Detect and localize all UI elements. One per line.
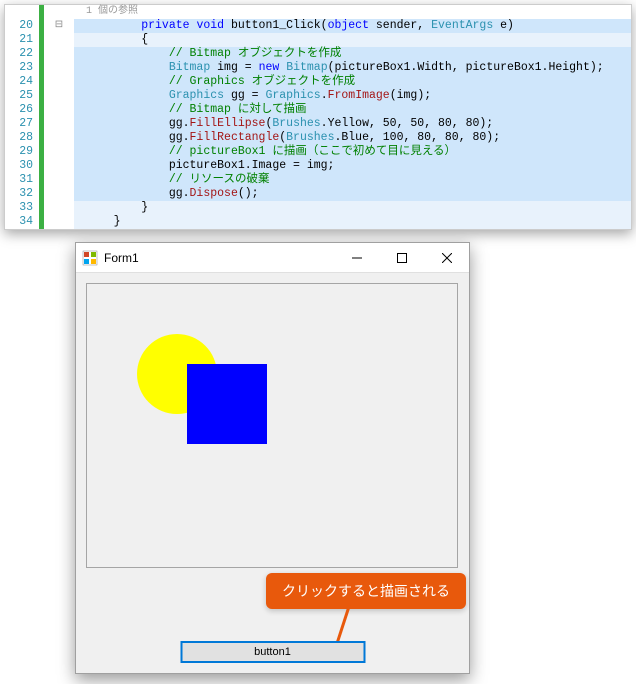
- annotation-callout: クリックすると描画される: [266, 573, 466, 609]
- code-text[interactable]: }: [74, 215, 631, 229]
- code-text[interactable]: }: [74, 201, 631, 215]
- code-text[interactable]: // pictureBox1 に描画（ここで初めて目に見える）: [74, 145, 631, 159]
- code-text[interactable]: pictureBox1.Image = img;: [74, 159, 631, 173]
- code-text[interactable]: Bitmap img = new Bitmap(pictureBox1.Widt…: [74, 61, 631, 75]
- line-number: 26: [5, 103, 39, 117]
- code-text[interactable]: // Bitmap に対して描画: [74, 103, 631, 117]
- fold-toggle-icon[interactable]: ⊟: [44, 19, 74, 33]
- line-number: 22: [5, 47, 39, 61]
- code-text[interactable]: Graphics gg = Graphics.FromImage(img);: [74, 89, 631, 103]
- line-number: 27: [5, 117, 39, 131]
- code-text[interactable]: {: [74, 33, 631, 47]
- code-text[interactable]: gg.FillRectangle(Brushes.Blue, 100, 80, …: [74, 131, 631, 145]
- line-number: 23: [5, 61, 39, 75]
- line-number: 29: [5, 145, 39, 159]
- close-button[interactable]: [424, 243, 469, 273]
- blue-rectangle-shape: [187, 364, 267, 444]
- code-text[interactable]: // Bitmap オブジェクトを作成: [74, 47, 631, 61]
- line-number: 34: [5, 215, 39, 229]
- fold-gutter: [44, 5, 74, 19]
- window-title: Form1: [104, 251, 334, 265]
- code-text[interactable]: gg.FillEllipse(Brushes.Yellow, 50, 50, 8…: [74, 117, 631, 131]
- line-number: 20: [5, 19, 39, 33]
- code-text[interactable]: private void button1_Click(object sender…: [74, 19, 631, 33]
- codelens-reference[interactable]: 1 個の参照: [74, 5, 631, 19]
- titlebar[interactable]: Form1: [76, 243, 469, 273]
- minimize-button[interactable]: [334, 243, 379, 273]
- line-number: [5, 5, 39, 19]
- code-text[interactable]: gg.Dispose();: [74, 187, 631, 201]
- line-number: 28: [5, 131, 39, 145]
- line-number: 25: [5, 89, 39, 103]
- client-area: クリックすると描画される button1: [76, 273, 469, 673]
- line-number: 33: [5, 201, 39, 215]
- picturebox: [86, 283, 458, 568]
- code-text[interactable]: // Graphics オブジェクトを作成: [74, 75, 631, 89]
- code-text[interactable]: // リソースの破棄: [74, 173, 631, 187]
- maximize-button[interactable]: [379, 243, 424, 273]
- line-number: 30: [5, 159, 39, 173]
- code-editor[interactable]: 1 個の参照 20 ⊟ private void button1_Click(o…: [4, 4, 632, 230]
- line-number: 24: [5, 75, 39, 89]
- line-number: 32: [5, 187, 39, 201]
- line-number: 31: [5, 173, 39, 187]
- form-window: Form1 クリックすると描画される button1: [75, 242, 470, 674]
- button1[interactable]: button1: [180, 641, 365, 663]
- line-number: 21: [5, 33, 39, 47]
- app-icon: [82, 250, 98, 266]
